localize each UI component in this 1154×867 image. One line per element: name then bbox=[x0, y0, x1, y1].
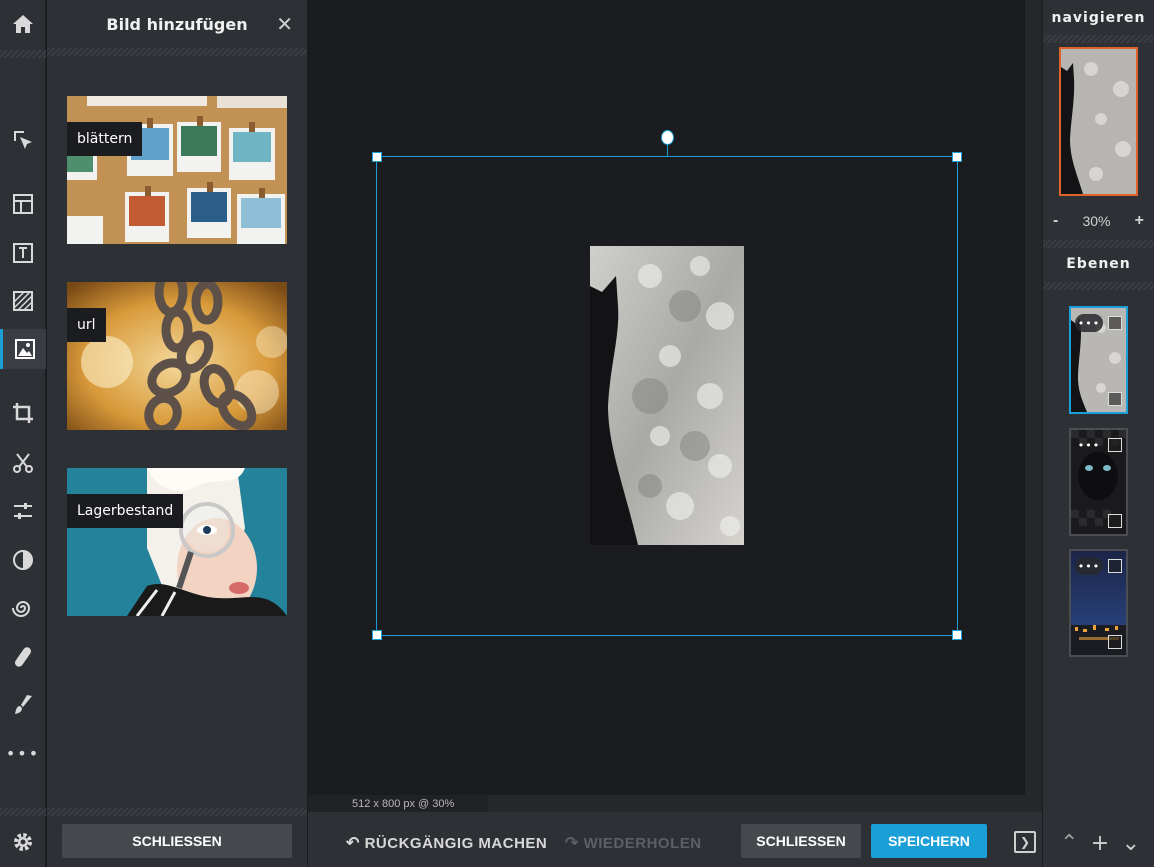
panel-divider bbox=[47, 48, 307, 56]
zoom-value: 30% bbox=[1082, 213, 1111, 229]
layer-options-icon[interactable]: ••• bbox=[1075, 436, 1103, 454]
layout-icon[interactable] bbox=[0, 184, 46, 224]
panel-header: Bild hinzufügen ✕ bbox=[47, 0, 307, 48]
undo-label: RÜCKGÄNGIG MACHEN bbox=[364, 835, 548, 852]
collapse-panel-icon[interactable]: ❯ bbox=[1014, 831, 1036, 853]
navigator-image bbox=[1061, 49, 1136, 194]
navigator-title: navigieren bbox=[1051, 10, 1146, 26]
zoom-in-button[interactable]: + bbox=[1135, 212, 1144, 230]
right-divider bbox=[1043, 282, 1154, 290]
layer-visibility-icon[interactable] bbox=[1108, 392, 1122, 406]
spiral-icon[interactable] bbox=[0, 588, 46, 628]
redo-icon: ↷ bbox=[565, 835, 579, 852]
right-divider bbox=[1043, 35, 1154, 43]
layer-options-icon[interactable]: ••• bbox=[1075, 557, 1103, 575]
layer-controls: ⌃ + ⌄ bbox=[1060, 830, 1140, 856]
source-label: blättern bbox=[67, 122, 143, 156]
layers-title: Ebenen bbox=[1066, 256, 1131, 272]
source-label: url bbox=[67, 308, 106, 342]
source-url[interactable]: url bbox=[67, 282, 287, 430]
resize-handle-bottom-right[interactable] bbox=[952, 630, 962, 640]
source-stock[interactable]: Lagerbestand bbox=[67, 468, 287, 616]
image-icon[interactable] bbox=[0, 329, 46, 369]
contrast-icon[interactable] bbox=[0, 540, 46, 580]
save-button[interactable]: SPEICHERN bbox=[871, 824, 987, 858]
layer-item[interactable]: ••• bbox=[1069, 428, 1128, 536]
vertical-scrollbar[interactable] bbox=[1025, 0, 1042, 812]
layer-options-icon[interactable]: ••• bbox=[1075, 314, 1103, 332]
resize-handle-bottom-left[interactable] bbox=[372, 630, 382, 640]
resize-handle-top-left[interactable] bbox=[372, 152, 382, 162]
texture-icon[interactable] bbox=[0, 281, 46, 321]
add-image-panel: Bild hinzufügen ✕ blättern url Lagerbest… bbox=[47, 0, 307, 867]
layer-image-icon bbox=[1108, 438, 1122, 452]
tool-sidebar: ••• bbox=[0, 0, 46, 867]
source-label: Lagerbestand bbox=[67, 494, 184, 528]
selection-box[interactable] bbox=[376, 156, 958, 636]
right-panel: navigieren - 30% + Ebenen ••• ••• ••• bbox=[1043, 0, 1154, 867]
layer-image-icon bbox=[1108, 316, 1122, 330]
zoom-out-button[interactable]: - bbox=[1053, 212, 1058, 230]
more-icon[interactable]: ••• bbox=[0, 733, 46, 773]
zoom-controls: - 30% + bbox=[1043, 210, 1154, 232]
panel-divider bbox=[47, 808, 307, 816]
browse-image bbox=[67, 96, 287, 244]
adjust-icon[interactable] bbox=[0, 491, 46, 531]
source-browse[interactable]: blättern bbox=[67, 96, 287, 244]
layer-visibility-icon[interactable] bbox=[1108, 635, 1122, 649]
url-image bbox=[67, 282, 287, 430]
settings-icon[interactable] bbox=[0, 822, 46, 862]
stock-image bbox=[67, 468, 287, 616]
right-divider bbox=[1043, 240, 1154, 248]
layer-visibility-icon[interactable] bbox=[1108, 514, 1122, 528]
select-icon[interactable] bbox=[0, 120, 46, 160]
toolbar-divider bbox=[0, 50, 46, 58]
close-button[interactable]: SCHLIESSEN bbox=[741, 824, 861, 858]
text-icon[interactable] bbox=[0, 233, 46, 273]
panel-close-button[interactable]: SCHLIESSEN bbox=[62, 824, 292, 858]
layer-item[interactable]: ••• bbox=[1069, 549, 1128, 657]
add-layer-icon[interactable]: + bbox=[1091, 831, 1109, 856]
bandage-icon[interactable] bbox=[0, 637, 46, 677]
crop-icon[interactable] bbox=[0, 393, 46, 433]
undo-button[interactable]: ↶ RÜCKGÄNGIG MACHEN bbox=[346, 833, 547, 853]
redo-label: WIEDERHOLEN bbox=[583, 835, 702, 852]
layer-item[interactable]: ••• bbox=[1069, 306, 1128, 414]
brush-icon[interactable] bbox=[0, 685, 46, 725]
cut-icon[interactable] bbox=[0, 443, 46, 483]
undo-icon: ↶ bbox=[346, 835, 360, 852]
home-icon[interactable] bbox=[0, 4, 46, 44]
layer-image-icon bbox=[1108, 559, 1122, 573]
redo-button[interactable]: ↷ WIEDERHOLEN bbox=[565, 833, 702, 853]
close-icon[interactable]: ✕ bbox=[276, 12, 293, 36]
rotate-handle[interactable] bbox=[661, 130, 674, 145]
navigator-thumbnail[interactable] bbox=[1059, 47, 1138, 196]
canvas-status: 512 x 800 px @ 30% bbox=[308, 795, 488, 812]
toolbar-divider bbox=[0, 808, 46, 816]
move-layer-up-icon[interactable]: ⌃ bbox=[1060, 831, 1078, 856]
horizontal-scrollbar[interactable] bbox=[488, 795, 1025, 812]
resize-handle-top-right[interactable] bbox=[952, 152, 962, 162]
panel-title: Bild hinzufügen bbox=[106, 14, 248, 34]
move-layer-down-icon[interactable]: ⌄ bbox=[1122, 831, 1140, 856]
